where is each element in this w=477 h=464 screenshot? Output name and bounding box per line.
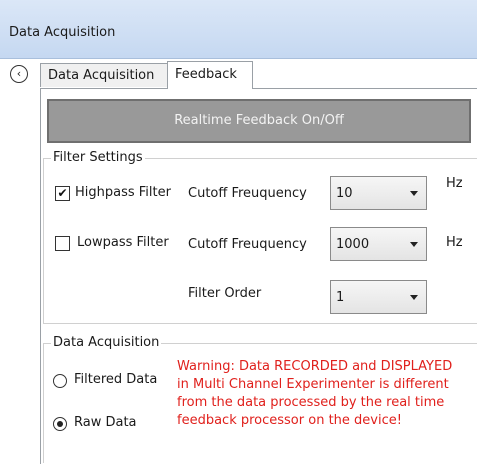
warning-message: Warning: Data RECORDED and DISPLAYED in … <box>177 359 453 428</box>
window-titlebar: Data Acquisition <box>0 0 477 59</box>
data-acquisition-title: Data Acquisition <box>51 335 162 350</box>
checkmark-icon: ✔ <box>57 186 68 200</box>
filtered-data-radio[interactable] <box>53 374 67 388</box>
tab-label: Feedback <box>175 67 237 82</box>
tab-label: Data Acquisition <box>48 68 155 83</box>
lowpass-cutoff-select[interactable]: 1000 <box>330 227 427 261</box>
chevron-down-icon <box>410 242 418 247</box>
highpass-unit: Hz <box>446 176 463 191</box>
back-icon[interactable]: ‹ <box>10 65 28 83</box>
select-value: 1000 <box>336 237 370 252</box>
highpass-label: Highpass Filter <box>75 185 171 200</box>
tab-feedback[interactable]: Feedback <box>167 61 253 89</box>
data-acquisition-border-left <box>43 343 44 463</box>
button-label: Realtime Feedback On/Off <box>174 113 344 128</box>
lowpass-label: Lowpass Filter <box>77 235 169 250</box>
realtime-feedback-toggle-button[interactable]: Realtime Feedback On/Off <box>47 99 471 143</box>
lowpass-cutoff-label: Cutoff Freuquency <box>188 237 307 252</box>
chevron-down-icon <box>410 295 418 300</box>
chevron-down-icon <box>410 191 418 196</box>
select-value: 10 <box>336 186 353 201</box>
select-value: 1 <box>336 290 345 305</box>
lowpass-checkbox[interactable] <box>55 236 70 251</box>
raw-data-label: Raw Data <box>74 415 137 430</box>
highpass-checkbox[interactable]: ✔ <box>55 186 70 201</box>
filter-order-select[interactable]: 1 <box>330 280 427 314</box>
filter-settings-border-bottom <box>43 323 477 324</box>
filter-settings-title: Filter Settings <box>51 150 145 165</box>
highpass-cutoff-select[interactable]: 10 <box>330 176 427 210</box>
lowpass-unit: Hz <box>446 235 463 250</box>
highpass-cutoff-label: Cutoff Freuquency <box>188 186 307 201</box>
filter-settings-border-left <box>43 158 44 323</box>
filtered-data-label: Filtered Data <box>74 372 158 387</box>
window-title: Data Acquisition <box>9 25 116 40</box>
raw-data-radio[interactable] <box>53 417 67 431</box>
filter-order-label: Filter Order <box>188 286 262 301</box>
